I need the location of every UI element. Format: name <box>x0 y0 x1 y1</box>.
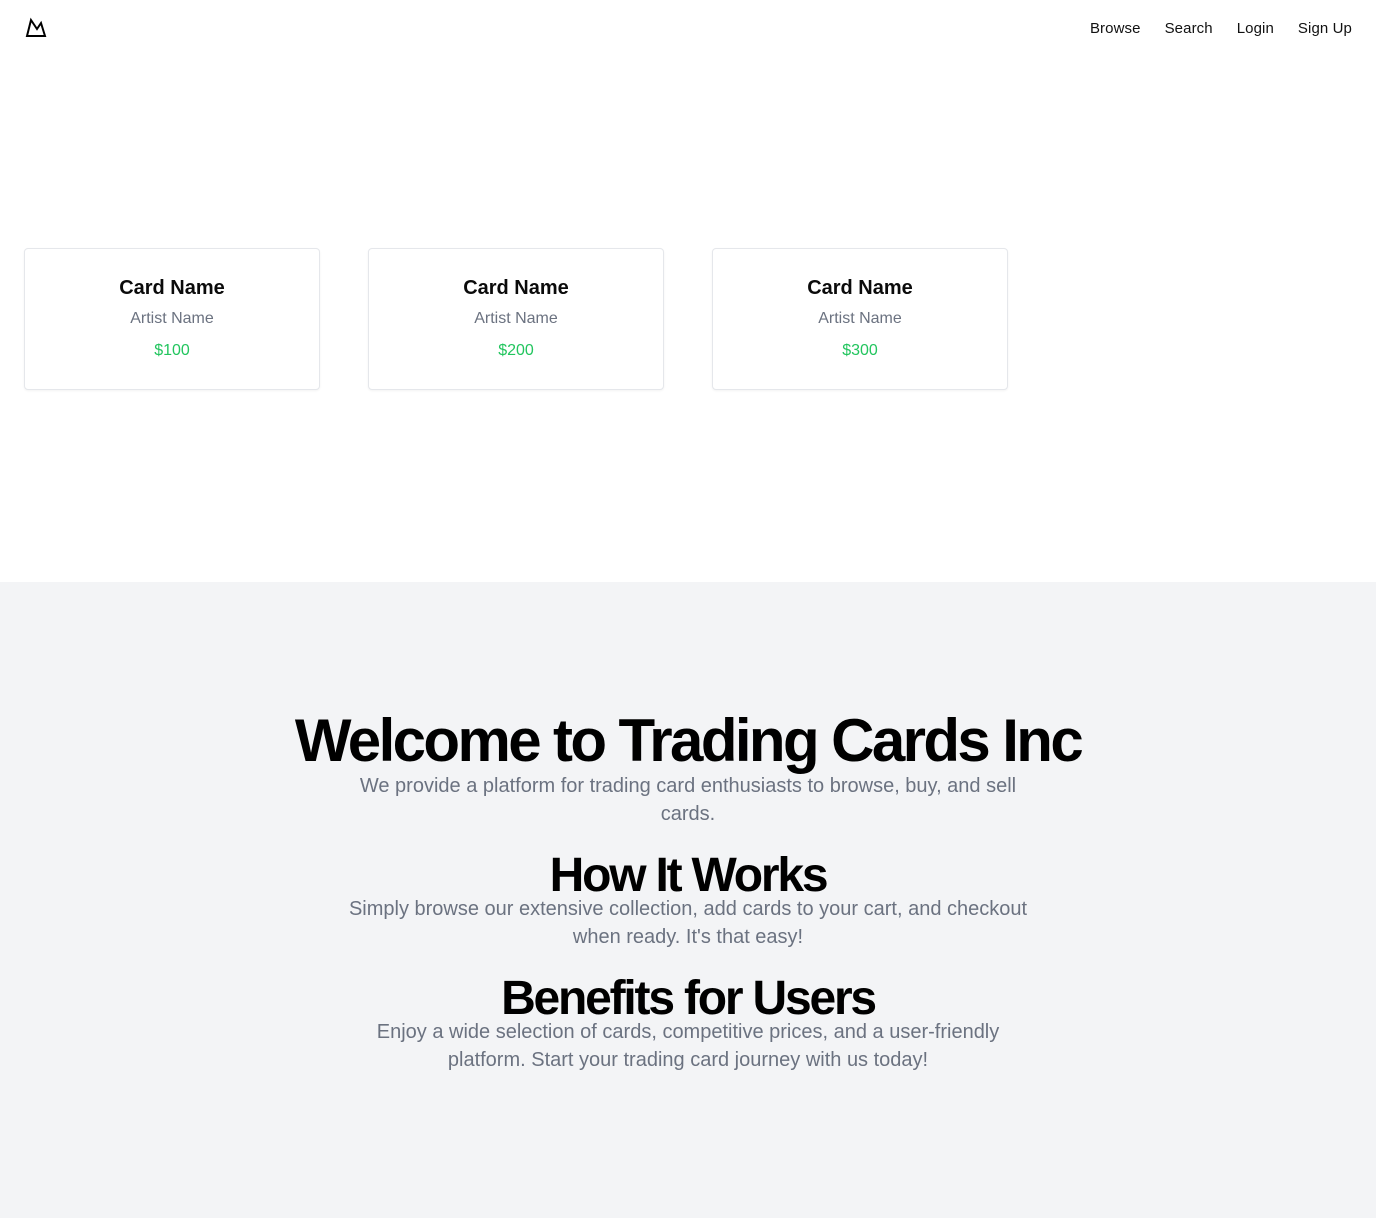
card-artist: Artist Name <box>130 310 214 327</box>
card-list: Card Name Artist Name $100 Card Name Art… <box>24 248 1008 390</box>
trading-card[interactable]: Card Name Artist Name $200 <box>368 248 664 390</box>
card-name: Card Name <box>463 277 569 299</box>
welcome-heading: Welcome to Trading Cards Inc <box>294 707 1084 774</box>
card-price: $300 <box>842 342 878 359</box>
nav-browse[interactable]: Browse <box>1090 20 1141 37</box>
about-content: Welcome to Trading Cards Inc We provide … <box>0 708 1376 1074</box>
benefits-text: Enjoy a wide selection of cards, competi… <box>376 1021 1000 1071</box>
card-artist: Artist Name <box>474 310 558 327</box>
site-header: Browse Search Login Sign Up <box>0 0 1376 56</box>
logo-link[interactable] <box>24 16 48 40</box>
nav-login[interactable]: Login <box>1237 20 1274 37</box>
about-section: Welcome to Trading Cards Inc We provide … <box>0 582 1376 1218</box>
card-price: $200 <box>498 342 534 359</box>
card-name: Card Name <box>807 277 913 299</box>
card-artist: Artist Name <box>818 310 902 327</box>
card-name: Card Name <box>119 277 225 299</box>
nav-search[interactable]: Search <box>1165 20 1213 37</box>
nav-sign-up[interactable]: Sign Up <box>1298 20 1352 37</box>
trading-card[interactable]: Card Name Artist Name $100 <box>24 248 320 390</box>
how-it-works-text: Simply browse our extensive collection, … <box>348 898 1028 948</box>
intro-text: We provide a platform for trading card e… <box>359 775 1017 825</box>
trading-card[interactable]: Card Name Artist Name $300 <box>712 248 1008 390</box>
main-nav: Browse Search Login Sign Up <box>1090 20 1352 37</box>
mountain-icon <box>25 17 47 37</box>
card-price: $100 <box>154 342 190 359</box>
